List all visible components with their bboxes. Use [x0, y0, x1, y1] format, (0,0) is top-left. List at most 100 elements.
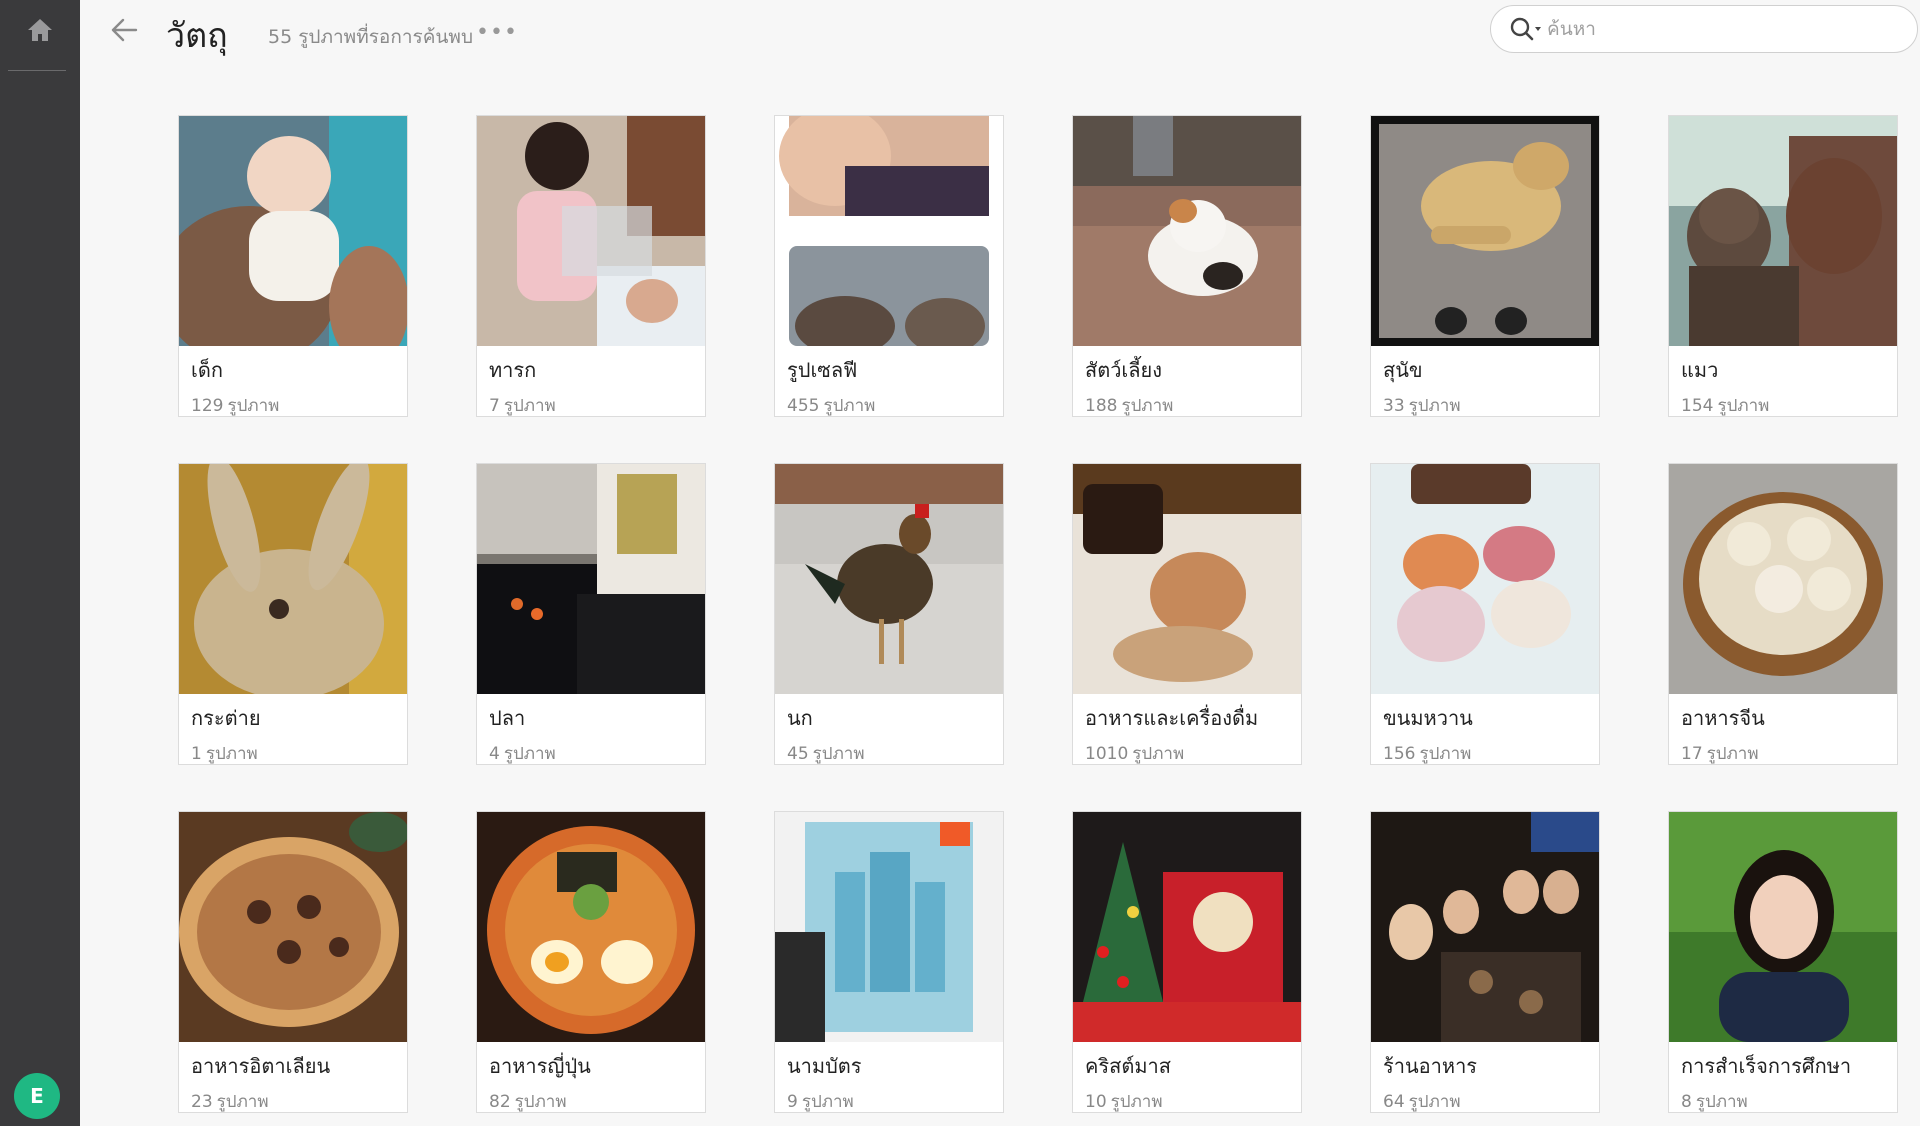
- album-thumbnail[interactable]: [477, 812, 705, 1042]
- album-thumbnail[interactable]: [179, 812, 407, 1042]
- album-count: 64 รูปภาพ: [1383, 1088, 1599, 1115]
- album-thumbnail-image: [1073, 464, 1301, 694]
- album-thumbnail-image: [775, 116, 1003, 346]
- album-card[interactable]: คริสต์มาส 10 รูปภาพ: [1072, 811, 1302, 1113]
- album-card[interactable]: สุนัข 33 รูปภาพ: [1370, 115, 1600, 417]
- album-card[interactable]: รูปเซลฟี 455 รูปภาพ: [774, 115, 1004, 417]
- back-button[interactable]: [106, 12, 142, 48]
- album-label: อาหารจีน: [1681, 706, 1765, 730]
- album-thumbnail[interactable]: [179, 464, 407, 694]
- album-thumbnail[interactable]: [775, 812, 1003, 1042]
- avatar[interactable]: E: [14, 1073, 60, 1119]
- album-card[interactable]: อาหารญี่ปุ่น 82 รูปภาพ: [476, 811, 706, 1113]
- album-card[interactable]: นก 45 รูปภาพ: [774, 463, 1004, 765]
- album-label: รูปเซลฟี: [787, 358, 858, 382]
- album-count: 45 รูปภาพ: [787, 740, 1003, 767]
- album-card[interactable]: การสำเร็จการศึกษา 8 รูปภาพ: [1668, 811, 1898, 1113]
- album-count-number: 23: [191, 1092, 213, 1112]
- album-thumbnail[interactable]: [1371, 812, 1599, 1042]
- album-card[interactable]: นามบัตร 9 รูปภาพ: [774, 811, 1004, 1113]
- album-thumbnail-image: [1073, 812, 1301, 1042]
- album-thumbnail[interactable]: [1371, 464, 1599, 694]
- album-thumbnail[interactable]: [1073, 464, 1301, 694]
- album-label: นามบัตร: [787, 1054, 862, 1078]
- album-thumbnail[interactable]: [1669, 464, 1897, 694]
- album-thumbnail[interactable]: [1073, 812, 1301, 1042]
- album-label: สุนัข: [1383, 358, 1423, 382]
- album-count-unit: รูปภาพ: [205, 744, 258, 764]
- album-count: 9 รูปภาพ: [787, 1088, 1003, 1115]
- album-count-unit: รูปภาพ: [812, 744, 865, 764]
- album-thumbnail[interactable]: [1669, 812, 1897, 1042]
- album-card[interactable]: สัตว์เลี้ยง 188 รูปภาพ: [1072, 115, 1302, 417]
- album-card[interactable]: กระต่าย 1 รูปภาพ: [178, 463, 408, 765]
- album-thumbnail-image: [1073, 116, 1301, 346]
- album-card[interactable]: เด็ก 129 รูปภาพ: [178, 115, 408, 417]
- album-count-unit: รูปภาพ: [1419, 744, 1472, 764]
- album-card[interactable]: ขนมหวาน 156 รูปภาพ: [1370, 463, 1600, 765]
- album-thumbnail[interactable]: [775, 116, 1003, 346]
- album-count-number: 154: [1681, 396, 1714, 416]
- album-count-unit: รูปภาพ: [1706, 744, 1759, 764]
- album-count-unit: รูปภาพ: [1408, 1092, 1461, 1112]
- album-thumbnail[interactable]: [477, 116, 705, 346]
- album-count-number: 129: [191, 396, 224, 416]
- album-thumbnail-image: [1669, 464, 1897, 694]
- search-input[interactable]: [1547, 18, 1887, 40]
- search-scope-dropdown[interactable]: [1491, 16, 1547, 42]
- album-label: เด็ก: [191, 358, 223, 382]
- album-thumbnail[interactable]: [179, 116, 407, 346]
- album-thumbnail[interactable]: [1073, 116, 1301, 346]
- album-count-unit: รูปภาพ: [1132, 744, 1185, 764]
- album-thumbnail-image: [1371, 464, 1599, 694]
- search-icon: [1510, 17, 1541, 41]
- album-count-unit: รูปภาพ: [514, 1092, 567, 1112]
- album-count: 17 รูปภาพ: [1681, 740, 1897, 767]
- album-card[interactable]: ทารก 7 รูปภาพ: [476, 115, 706, 417]
- search-box: [1490, 5, 1918, 53]
- album-count: 1 รูปภาพ: [191, 740, 407, 767]
- album-thumbnail-image: [1371, 812, 1599, 1042]
- album-card[interactable]: แมว 154 รูปภาพ: [1668, 115, 1898, 417]
- album-count-number: 10: [1085, 1092, 1107, 1112]
- page-title: วัตถุ: [166, 16, 228, 56]
- album-card[interactable]: อาหารจีน 17 รูปภาพ: [1668, 463, 1898, 765]
- album-count-number: 7: [489, 396, 500, 416]
- album-count: 129 รูปภาพ: [191, 392, 407, 419]
- album-count-unit: รูปภาพ: [1110, 1092, 1163, 1112]
- album-label: ทารก: [489, 358, 537, 382]
- album-count-number: 1: [191, 744, 202, 764]
- back-arrow-icon: [111, 18, 138, 42]
- album-count-number: 4: [489, 744, 500, 764]
- album-count: 188 รูปภาพ: [1085, 392, 1301, 419]
- album-count-number: 45: [787, 744, 809, 764]
- album-thumbnail[interactable]: [1371, 116, 1599, 346]
- album-label: ร้านอาหาร: [1383, 1054, 1478, 1078]
- album-thumbnail[interactable]: [477, 464, 705, 694]
- album-count-unit: รูปภาพ: [1408, 396, 1461, 416]
- home-button[interactable]: [20, 10, 60, 50]
- album-card[interactable]: ร้านอาหาร 64 รูปภาพ: [1370, 811, 1600, 1113]
- album-card[interactable]: อาหารและเครื่องดื่ม 1010 รูปภาพ: [1072, 463, 1302, 765]
- album-label: กระต่าย: [191, 706, 261, 730]
- album-card[interactable]: ปลา 4 รูปภาพ: [476, 463, 706, 765]
- album-thumbnail[interactable]: [1669, 116, 1897, 346]
- album-count: 33 รูปภาพ: [1383, 392, 1599, 419]
- album-count: 1010 รูปภาพ: [1085, 740, 1301, 767]
- more-options-icon[interactable]: •••: [476, 20, 518, 45]
- sidebar: E: [0, 0, 80, 1126]
- album-grid: เด็ก 129 รูปภาพ ทารก 7 รูปภาพ รูปเซลฟี 455 รูปภา…: [178, 115, 1898, 1113]
- album-count-unit: รูปภาพ: [503, 744, 556, 764]
- album-count-number: 17: [1681, 744, 1703, 764]
- album-count-number: 188: [1085, 396, 1118, 416]
- album-count-number: 156: [1383, 744, 1416, 764]
- album-thumbnail[interactable]: [775, 464, 1003, 694]
- album-label: สัตว์เลี้ยง: [1085, 358, 1163, 382]
- album-card[interactable]: อาหารอิตาเลียน 23 รูปภาพ: [178, 811, 408, 1113]
- album-count: 8 รูปภาพ: [1681, 1088, 1897, 1115]
- album-count: 154 รูปภาพ: [1681, 392, 1897, 419]
- album-label: ปลา: [489, 706, 526, 730]
- album-count: 455 รูปภาพ: [787, 392, 1003, 419]
- home-icon: [28, 19, 52, 41]
- album-label: อาหารอิตาเลียน: [191, 1054, 331, 1078]
